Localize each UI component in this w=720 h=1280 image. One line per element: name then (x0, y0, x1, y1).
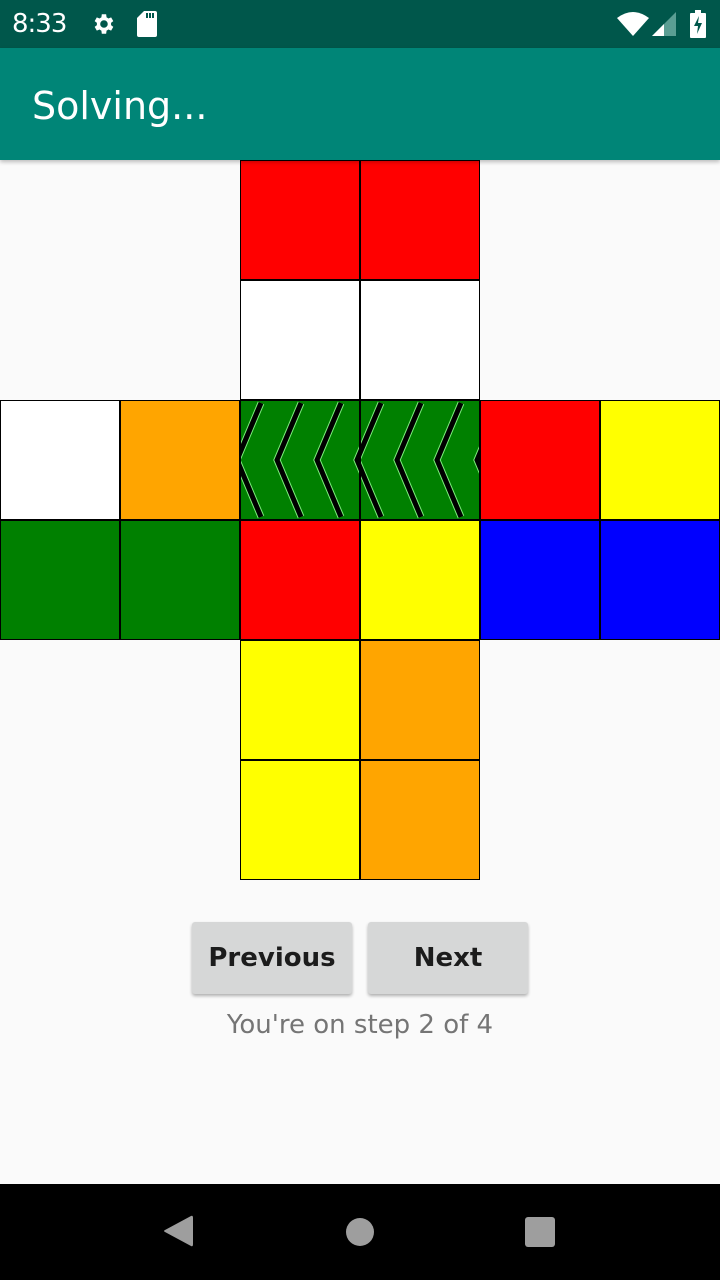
cube-tile-top (240, 160, 360, 280)
next-button[interactable]: Next (368, 922, 528, 994)
cube-tile-right (600, 520, 720, 640)
step-indicator: You're on step 2 of 4 (226, 1010, 494, 1040)
cube-tile-front (360, 400, 480, 520)
cube-tile-front (240, 520, 360, 640)
cube-tile-left (0, 400, 120, 520)
cube-tile-bottom (360, 640, 480, 760)
cube-tile-bottom (240, 640, 360, 760)
cube-tile-bottom (240, 760, 360, 880)
cube-tile-top (360, 160, 480, 280)
cube-tile-right (480, 520, 600, 640)
cube-tile-bottom (360, 760, 480, 880)
status-bar: 8:33 (0, 0, 720, 48)
home-icon[interactable] (346, 1218, 374, 1246)
cube-tile-left (120, 400, 240, 520)
sd-card-icon (137, 11, 157, 37)
page-title: Solving... (32, 84, 208, 128)
cube-tile-front (240, 400, 360, 520)
move-arrow-left-icon (241, 401, 359, 519)
recents-icon[interactable] (525, 1217, 555, 1247)
previous-button[interactable]: Previous (192, 922, 352, 994)
gear-icon (94, 14, 114, 34)
app-bar: Solving... (0, 48, 720, 160)
wifi-icon (617, 12, 649, 36)
move-arrow-left-icon (361, 401, 479, 519)
cube-tile-right (480, 400, 600, 520)
cube-tile-front (360, 520, 480, 640)
battery-charging-icon (690, 10, 706, 38)
cube-tile-top (240, 280, 360, 400)
cube-tile-top (360, 280, 480, 400)
cell-signal-icon (652, 12, 676, 36)
cube-net (0, 160, 720, 880)
cube-tile-left (0, 520, 120, 640)
back-icon[interactable] (162, 1214, 194, 1248)
cube-tile-left (120, 520, 240, 640)
cube-tile-right (600, 400, 720, 520)
status-time: 8:33 (12, 9, 67, 39)
